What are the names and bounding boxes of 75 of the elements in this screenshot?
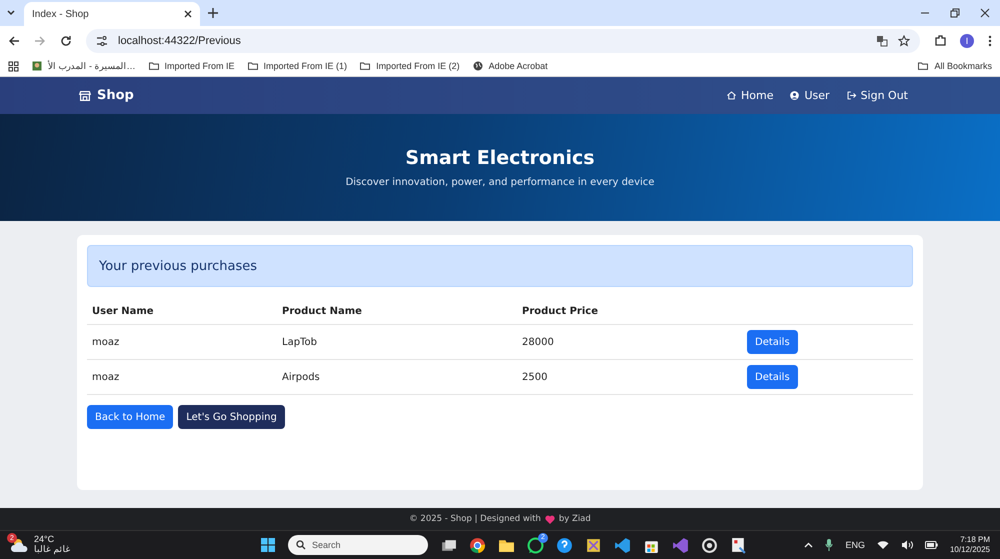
details-button[interactable]: Details [747,365,798,389]
chevron-up-icon[interactable] [804,540,814,550]
footer-text: © 2025 - Shop | Designed with [409,514,541,524]
reload-icon[interactable] [60,35,72,47]
bookmark[interactable]: Imported From IE [164,61,235,71]
section-heading: Your previous purchases [87,245,913,287]
folder-icon [246,60,259,72]
wifi-icon[interactable] [876,540,889,550]
site-settings-icon[interactable] [96,35,108,47]
apps-icon[interactable] [8,60,19,72]
site-icon [31,60,43,72]
nav-link[interactable]: Home [726,89,774,102]
code-editor-icon[interactable] [614,536,631,554]
search-icon [296,540,306,550]
back-button[interactable]: Back to Home [87,405,174,429]
translate-icon[interactable] [876,35,888,47]
table-cell: 2500 [517,360,742,394]
footer-text: by Ziad [558,514,591,524]
table-cell: 28000 [517,324,742,360]
bookmark[interactable]: المسيرة - المدرب الأ… [48,61,136,71]
search-field[interactable]: Search [288,535,428,555]
user-icon [789,90,800,101]
star-icon[interactable] [898,35,910,47]
table-cell: Airpods [277,360,517,394]
language-indicator[interactable]: ENG [845,540,865,550]
table-cell: moaz [87,360,277,394]
start-icon[interactable] [260,537,276,553]
ide-icon[interactable] [672,536,689,554]
folder-icon [917,60,930,72]
shopping-button[interactable]: Let's Go Shopping [178,405,285,429]
new-tab-icon[interactable] [208,8,218,18]
tab-list-icon[interactable] [6,8,16,18]
back-icon[interactable] [8,35,20,47]
menu-icon[interactable] [988,35,992,47]
table-cell: moaz [87,324,277,360]
brand-link[interactable]: Shop [97,88,134,103]
nav-link[interactable]: Sign Out [846,89,908,102]
column-header: User Name [87,299,277,324]
tool-icon[interactable] [730,536,747,554]
column-header: Product Name [277,299,517,324]
details-button[interactable]: Details [747,330,798,354]
folder-icon [148,60,160,72]
bookmark[interactable]: Imported From IE (2) [376,61,460,71]
profile-avatar[interactable]: I [960,34,974,48]
heart-icon [544,514,555,524]
nav-link[interactable]: User [789,89,830,102]
browser-tab[interactable]: Index - Shop [24,2,200,26]
restore-icon[interactable] [950,8,960,18]
browser-icon[interactable] [469,536,486,554]
home-icon [726,90,737,101]
address-bar[interactable]: localhost:44322/Previous [86,29,920,53]
bookmark[interactable]: All Bookmarks [934,61,992,71]
shop-icon[interactable] [78,88,92,102]
sign-out-icon [846,90,857,101]
help-icon[interactable] [556,536,573,554]
weather-condition: غائم غالبا [34,545,71,555]
weather-temperature: 24°C [34,535,56,545]
close-icon[interactable] [980,8,990,18]
microphone-icon[interactable] [825,539,834,551]
table-cell: LapTob [277,324,517,360]
battery-icon[interactable] [924,541,938,549]
hero-subtitle: Discover innovation, power, and performance in every device [346,177,654,188]
hero-title: Smart Electronics [405,147,595,169]
volume-icon[interactable] [900,540,913,550]
snipping-icon[interactable] [585,536,602,554]
column-header: Product Price [517,299,742,324]
bookmark[interactable]: Imported From IE (1) [264,61,348,71]
extensions-icon[interactable] [934,35,946,47]
assistant-icon[interactable] [701,536,718,554]
weather-icon[interactable] [10,537,30,553]
clock[interactable]: 7:18 PM 10/12/2025 [950,535,990,555]
globe-icon [472,60,484,72]
close-icon[interactable] [184,10,192,18]
bookmark[interactable]: Adobe Acrobat [488,61,548,71]
folder-icon [359,60,372,72]
